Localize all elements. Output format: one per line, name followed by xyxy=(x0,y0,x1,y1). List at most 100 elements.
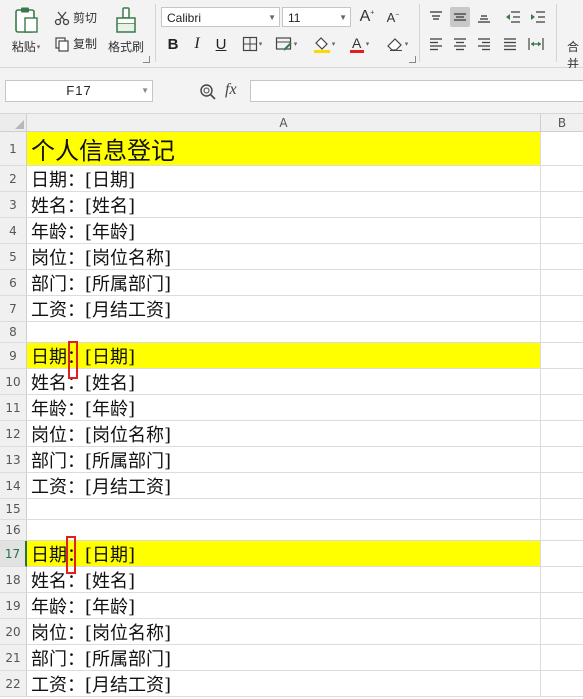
row-header[interactable]: 22 xyxy=(0,671,27,697)
cell-a5[interactable]: 岗位：[岗位名称] xyxy=(27,244,541,270)
cell-a16[interactable] xyxy=(27,520,541,541)
row-header[interactable]: 13 xyxy=(0,447,27,473)
fill-color-button[interactable]: ▾ xyxy=(309,34,339,54)
cell-b6[interactable] xyxy=(541,270,583,296)
justify-button[interactable] xyxy=(500,34,520,54)
underline-button[interactable]: U xyxy=(211,34,231,54)
decrease-indent-button[interactable] xyxy=(503,7,523,27)
cell-b16[interactable] xyxy=(541,520,583,541)
borders-button[interactable]: ▾ xyxy=(238,34,266,54)
italic-button[interactable]: I xyxy=(187,34,207,54)
row-header[interactable]: 18 xyxy=(0,567,27,593)
cell-b5[interactable] xyxy=(541,244,583,270)
align-center-button[interactable] xyxy=(450,34,470,54)
bold-button[interactable]: B xyxy=(163,34,183,54)
paste-button[interactable]: 粘贴 ▾ xyxy=(6,6,46,55)
copy-button[interactable]: 复制 xyxy=(54,35,97,52)
row-header[interactable]: 1 xyxy=(0,132,27,166)
cell-a11[interactable]: 年龄：[年龄] xyxy=(27,395,541,421)
insert-function-icon[interactable]: fx xyxy=(225,81,237,99)
align-top-button[interactable] xyxy=(426,7,446,27)
row-header[interactable]: 8 xyxy=(0,322,27,343)
row-header[interactable]: 20 xyxy=(0,619,27,645)
clear-format-button[interactable]: ▾ xyxy=(382,34,412,54)
group-launcher-icon[interactable] xyxy=(143,56,150,63)
cell-a20[interactable]: 岗位：[岗位名称] xyxy=(27,619,541,645)
align-right-button[interactable] xyxy=(474,34,494,54)
cell-a7[interactable]: 工资：[月结工资] xyxy=(27,296,541,322)
row-header[interactable]: 7 xyxy=(0,296,27,322)
format-painter-button[interactable]: 格式刷 xyxy=(106,6,146,55)
zoom-search-icon[interactable] xyxy=(199,83,217,101)
cell-a3[interactable]: 姓名：[姓名] xyxy=(27,192,541,218)
cell-b1[interactable] xyxy=(541,132,583,166)
cell-a19[interactable]: 年龄：[年龄] xyxy=(27,593,541,619)
merge-center-label[interactable]: 合并 xyxy=(567,38,583,72)
cell-a15[interactable] xyxy=(27,499,541,520)
cell-b3[interactable] xyxy=(541,192,583,218)
cell-b9[interactable] xyxy=(541,343,583,369)
cell-a22[interactable]: 工资：[月结工资] xyxy=(27,671,541,697)
row-header[interactable]: 11 xyxy=(0,395,27,421)
row-header[interactable]: 5 xyxy=(0,244,27,270)
cell-a8[interactable] xyxy=(27,322,541,343)
cell-b2[interactable] xyxy=(541,166,583,192)
cell-b19[interactable] xyxy=(541,593,583,619)
align-left-button[interactable] xyxy=(426,34,446,54)
row-header[interactable]: 2 xyxy=(0,166,27,192)
cell-a1[interactable]: 个人信息登记 xyxy=(27,132,541,166)
font-color-button[interactable]: A ▾ xyxy=(344,34,374,54)
increase-font-size-button[interactable]: A+ xyxy=(357,7,377,27)
cell-b21[interactable] xyxy=(541,645,583,671)
cell-b18[interactable] xyxy=(541,567,583,593)
column-header-a[interactable]: A xyxy=(27,114,541,132)
row-header[interactable]: 21 xyxy=(0,645,27,671)
row-header[interactable]: 10 xyxy=(0,369,27,395)
row-header[interactable]: 16 xyxy=(0,520,27,541)
cell-b20[interactable] xyxy=(541,619,583,645)
row-header[interactable]: 9 xyxy=(0,343,27,369)
cell-b12[interactable] xyxy=(541,421,583,447)
cell-a13[interactable]: 部门：[所属部门] xyxy=(27,447,541,473)
cell-b4[interactable] xyxy=(541,218,583,244)
cell-a18[interactable]: 姓名：[姓名] xyxy=(27,567,541,593)
group-launcher-icon[interactable] xyxy=(409,56,416,63)
cell-a4[interactable]: 年龄：[年龄] xyxy=(27,218,541,244)
cell-a17[interactable]: 日期：[日期] xyxy=(27,541,541,567)
cell-a10[interactable]: 姓名：[姓名] xyxy=(27,369,541,395)
cell-b13[interactable] xyxy=(541,447,583,473)
font-size-select[interactable]: 11 ▼ xyxy=(282,7,351,27)
cell-a21[interactable]: 部门：[所属部门] xyxy=(27,645,541,671)
row-header[interactable]: 14 xyxy=(0,473,27,499)
cell-style-button[interactable]: ▾ xyxy=(271,34,301,54)
distributed-align-button[interactable] xyxy=(526,34,546,54)
formula-input[interactable] xyxy=(250,80,583,102)
row-header[interactable]: 3 xyxy=(0,192,27,218)
cell-b22[interactable] xyxy=(541,671,583,697)
cell-b15[interactable] xyxy=(541,499,583,520)
row-header[interactable]: 17 xyxy=(0,541,27,567)
cell-b11[interactable] xyxy=(541,395,583,421)
cut-button[interactable]: 剪切 xyxy=(54,9,97,26)
row-header[interactable]: 15 xyxy=(0,499,27,520)
row-header[interactable]: 6 xyxy=(0,270,27,296)
cell-b7[interactable] xyxy=(541,296,583,322)
select-all-corner[interactable] xyxy=(0,114,27,132)
column-header-b[interactable]: B xyxy=(541,114,583,132)
decrease-font-size-button[interactable]: A− xyxy=(383,7,403,27)
row-header[interactable]: 12 xyxy=(0,421,27,447)
increase-indent-button[interactable] xyxy=(528,7,548,27)
name-box[interactable]: F17 ▼ xyxy=(5,80,153,102)
row-header[interactable]: 4 xyxy=(0,218,27,244)
cell-b8[interactable] xyxy=(541,322,583,343)
font-name-select[interactable]: Calibri ▼ xyxy=(161,7,280,27)
cell-b17[interactable] xyxy=(541,541,583,567)
align-middle-button[interactable] xyxy=(450,7,470,27)
cell-b14[interactable] xyxy=(541,473,583,499)
cell-a2[interactable]: 日期：[日期] xyxy=(27,166,541,192)
cell-a6[interactable]: 部门：[所属部门] xyxy=(27,270,541,296)
row-header[interactable]: 19 xyxy=(0,593,27,619)
cell-a14[interactable]: 工资：[月结工资] xyxy=(27,473,541,499)
cell-b10[interactable] xyxy=(541,369,583,395)
align-bottom-button[interactable] xyxy=(474,7,494,27)
